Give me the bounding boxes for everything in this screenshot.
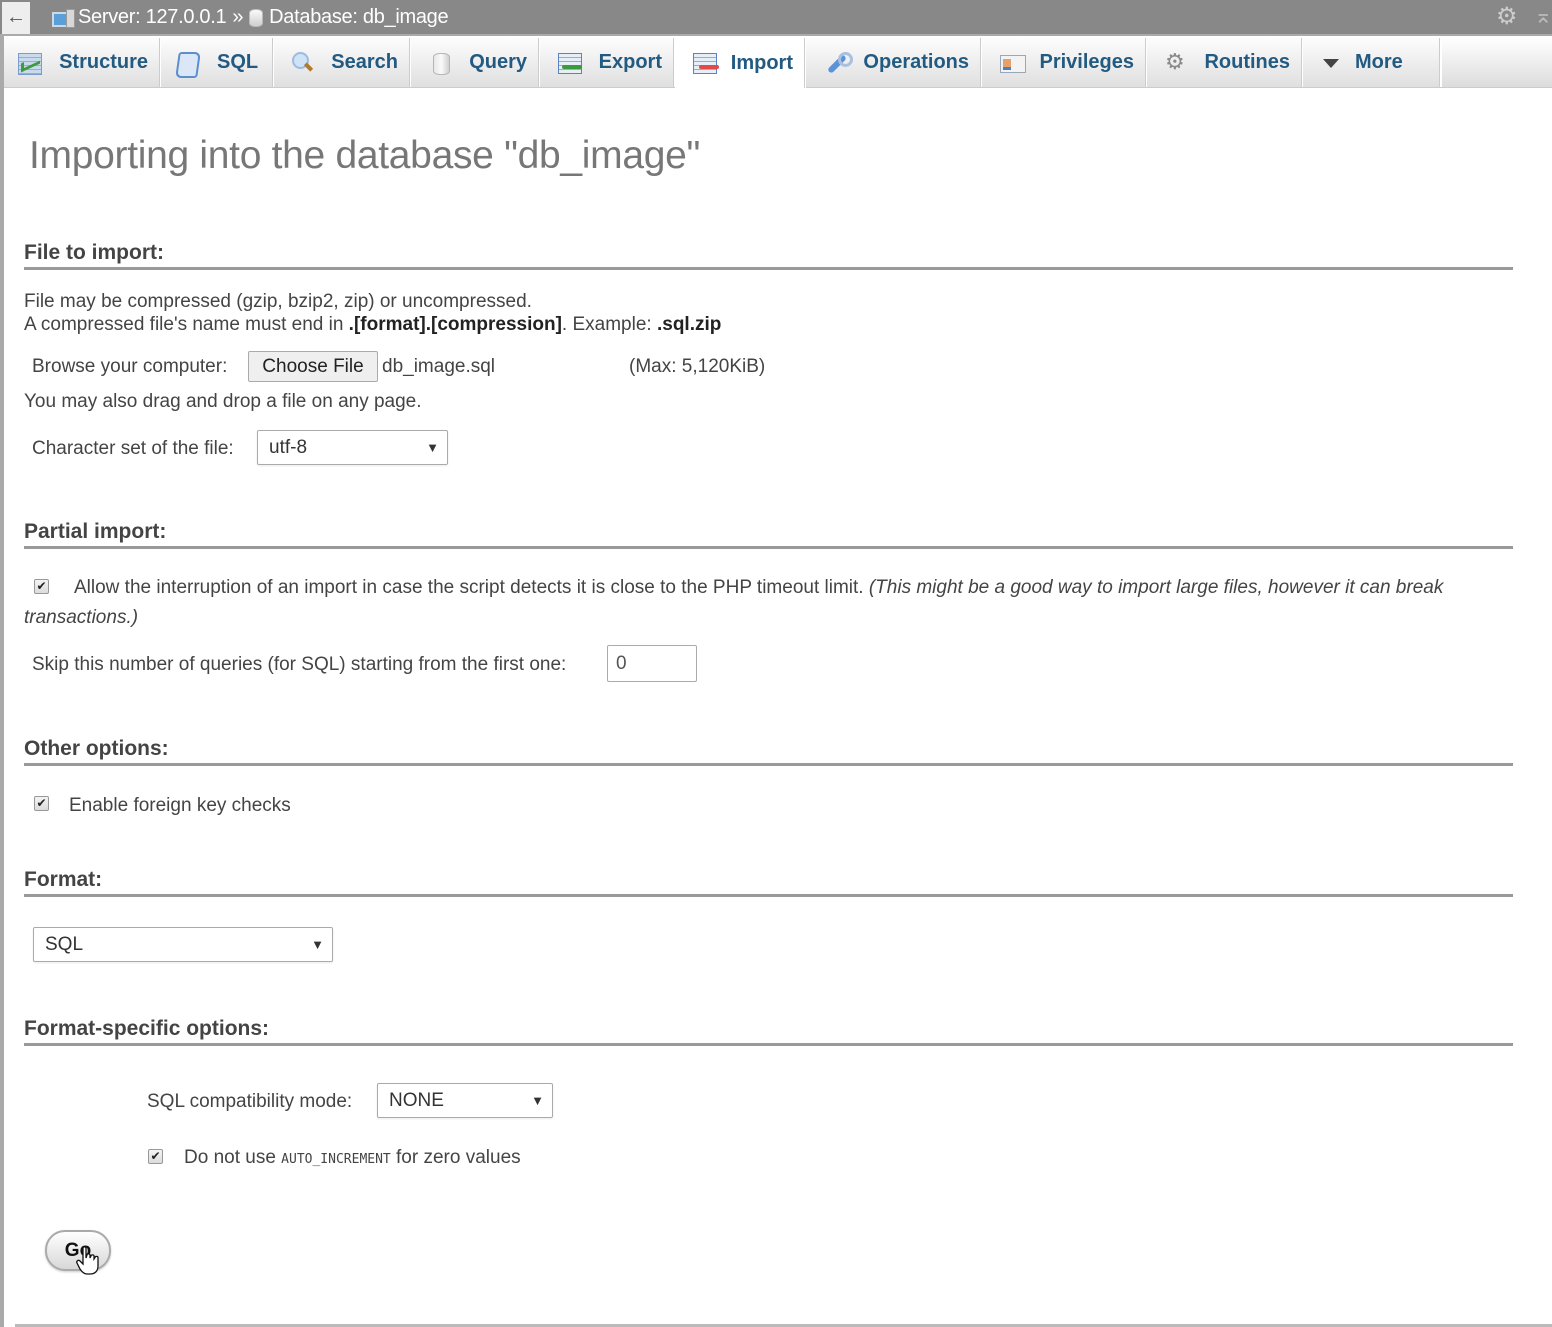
query-icon [429, 52, 451, 75]
tab-import[interactable]: Import [675, 38, 806, 88]
tab-label: Import [730, 51, 793, 74]
foreign-key-checks-label[interactable]: Enable foreign key checks [69, 794, 291, 817]
tab-label: More [1355, 51, 1403, 73]
gear-icon[interactable]: ⚙ [1496, 5, 1518, 29]
breadcrumb: Server: 127.0.0.1 » Database: db_image [52, 6, 449, 29]
server-icon [52, 8, 75, 28]
tab-label: Routines [1204, 51, 1290, 73]
breadcrumb-separator: » [232, 6, 244, 28]
charset-label: Character set of the file: [32, 438, 234, 459]
allow-interrupt-note-continued: transactions.) [24, 606, 138, 629]
sql-compatibility-select[interactable]: NONE ▼ [377, 1083, 553, 1118]
tab-export[interactable]: Export [540, 38, 675, 87]
page-title: Importing into the database "db_image" [29, 134, 701, 177]
tab-privileges[interactable]: Privileges [982, 38, 1147, 87]
tab-structure[interactable]: Structure [4, 38, 161, 87]
charset-value: utf-8 [269, 437, 308, 458]
chosen-file-name: db_image.sql [382, 356, 496, 377]
back-button[interactable]: ← [2, 2, 30, 34]
privileges-icon [1000, 52, 1027, 74]
tab-label: Search [331, 51, 398, 73]
tab-label: SQL [217, 51, 259, 73]
go-button[interactable]: Go [45, 1230, 111, 1271]
allow-interrupt-checkbox[interactable]: ✔ [34, 579, 49, 594]
no-auto-increment-label[interactable]: Do not use AUTO_INCREMENT for zero value… [184, 1146, 521, 1171]
sql-compatibility-label: SQL compatibility mode: [147, 1091, 353, 1112]
naming-example-label: . Example: [561, 314, 657, 335]
export-icon [558, 52, 582, 74]
routines-icon [1165, 49, 1186, 75]
sql-compatibility-value: NONE [389, 1090, 444, 1111]
sql-icon [175, 52, 199, 74]
tab-bar: Structure SQL Search Query Export Import… [4, 38, 1552, 88]
no-auto-increment-checkbox[interactable]: ✔ [148, 1149, 163, 1164]
caret-down-icon [1323, 52, 1339, 74]
section-heading-format: Format: [24, 868, 1513, 897]
navigation-panel-edge [0, 36, 4, 1327]
section-heading-file-to-import: File to import: [24, 241, 1513, 270]
tab-sql[interactable]: SQL [161, 38, 274, 87]
drag-drop-hint: You may also drag and drop a file on any… [24, 391, 422, 412]
operations-icon [824, 51, 854, 74]
dropdown-arrow-icon: ▼ [426, 440, 439, 455]
tab-routines[interactable]: Routines [1147, 38, 1303, 87]
tab-label: Structure [59, 51, 148, 73]
format-select[interactable]: SQL ▼ [33, 927, 333, 962]
allow-interrupt-note: (This might be a good way to import larg… [868, 577, 1444, 598]
tab-more[interactable]: More [1303, 38, 1441, 87]
naming-example: .sql.zip [656, 314, 722, 335]
charset-select[interactable]: utf-8 ▼ [257, 430, 448, 465]
structure-icon [18, 52, 43, 75]
allow-interrupt-note-end: transactions.) [24, 607, 139, 628]
foreign-key-checks-checkbox[interactable]: ✔ [34, 796, 49, 811]
dropdown-arrow-icon: ▼ [531, 1093, 544, 1108]
allow-interrupt-text: Allow the interruption of an import in c… [74, 577, 864, 598]
dropdown-arrow-icon: ▼ [311, 937, 324, 952]
import-icon [693, 52, 719, 74]
tab-label: Privileges [1039, 51, 1134, 73]
tab-query[interactable]: Query [411, 38, 540, 87]
tab-bar-filler [1441, 38, 1552, 87]
section-heading-partial-import: Partial import: [24, 520, 1513, 549]
breadcrumb-bar: ← Server: 127.0.0.1 » Database: db_image… [0, 0, 1552, 36]
no-auto-increment-prefix: Do not use [184, 1147, 282, 1168]
no-auto-increment-suffix: for zero values [390, 1147, 521, 1168]
browse-label: Browse your computer: [32, 356, 228, 377]
choose-file-button[interactable]: Choose File [248, 351, 378, 382]
compression-naming-info: A compressed file's name must end in .[f… [24, 313, 721, 336]
skip-queries-label: Skip this number of queries (for SQL) st… [32, 654, 567, 675]
allow-interrupt-label: Allow the interruption of an import in c… [74, 576, 1443, 599]
naming-format: .[format].[compression] [348, 314, 562, 335]
tab-label: Query [469, 51, 527, 73]
breadcrumb-server[interactable]: Server: 127.0.0.1 [78, 6, 227, 29]
tab-operations[interactable]: Operations [806, 38, 982, 87]
search-icon [292, 51, 313, 74]
section-heading-format-specific-options: Format-specific options: [24, 1017, 1513, 1046]
database-icon [249, 8, 264, 27]
auto-increment-code: AUTO_INCREMENT [281, 1152, 391, 1167]
max-upload-size: (Max: 5,120KiB) [629, 356, 766, 377]
breadcrumb-database[interactable]: Database: db_image [269, 6, 448, 29]
tab-label: Export [598, 51, 662, 73]
format-value: SQL [45, 934, 84, 955]
section-heading-other-options: Other options: [24, 737, 1513, 766]
skip-queries-input[interactable] [607, 645, 697, 682]
collapse-icon[interactable]: ⌅ [1534, 4, 1552, 28]
tab-label: Operations [863, 51, 969, 73]
tab-search[interactable]: Search [274, 38, 411, 87]
naming-prefix: A compressed file's name must end in [24, 314, 349, 335]
compression-info: File may be compressed (gzip, bzip2, zip… [24, 291, 532, 312]
